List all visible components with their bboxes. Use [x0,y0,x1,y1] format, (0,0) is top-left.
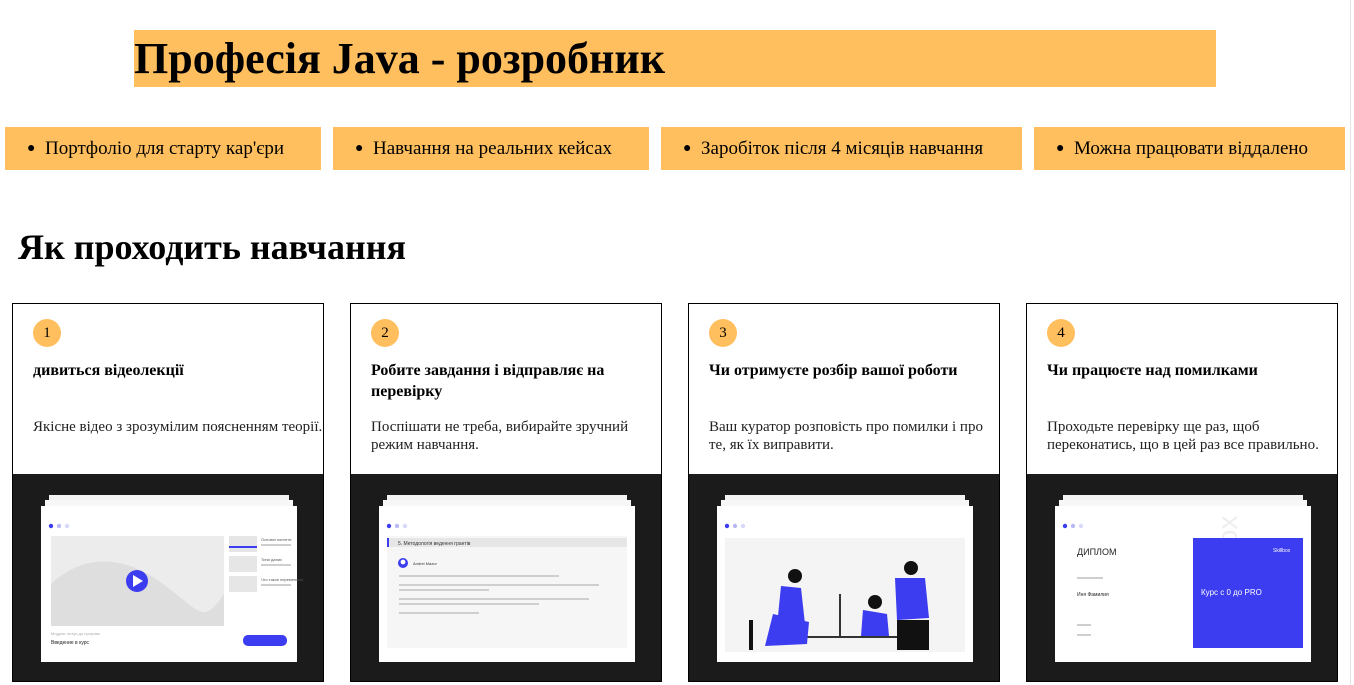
preview-item-2: Типи даних [261,557,282,562]
step-card-4: 4 Чи працюєте над помилками Проходьте пе… [1026,303,1338,682]
preview-diploma-label: ДИПЛОМ [1077,547,1116,557]
feature-label: Навчання на реальних кейсах [373,138,613,159]
step-title: Чи отримуєте розбір вашої роботи [709,362,958,379]
feature-item-earnings: ● Заробіток після 4 місяців навчання [661,127,1022,170]
preview-heading: 5. Методологія ведення грантів [398,541,471,547]
feature-item-portfolio: ● Портфоліо для старту кар'єри [5,127,321,170]
step-number-badge: 3 [709,319,737,347]
step-description: Проходьте перевірку ще раз, щоб перекона… [1047,419,1319,453]
step-preview-assignment: 5. Методологія ведення грантів Andrei Ma… [351,474,661,681]
preview-author: Andrei Mazur [413,561,437,566]
page-title: Професія Java - розробник [134,34,666,83]
step-description: Поспішати не треба, вибирайте зручний ре… [371,419,629,453]
preview-brand: Skillbox [1273,548,1291,554]
step-title: дивиться відеолекції [33,362,184,379]
feature-item-cases: ● Навчання на реальних кейсах [333,127,649,170]
preview-item-3: Что такое переменные [261,577,304,582]
feature-label: Заробіток після 4 місяців навчання [701,138,984,159]
step-number-badge: 2 [371,319,399,347]
preview-caption: Введение в курс [51,640,90,646]
step-preview-video: Основні поняття Типи даних Что такое пер… [13,474,323,681]
step-title: Чи працюєте над помилками [1047,362,1258,379]
step-card-3: 3 Чи отримуєте розбір вашої роботи Ваш к… [688,303,1000,682]
step-title: Робите завдання і відправляє на перевірк… [371,362,605,400]
preview-caption-small: Модуль: вступ до програм [51,631,100,636]
feature-item-remote: ● Можна працювати віддалено [1034,127,1345,170]
bullet-icon: ● [355,141,364,156]
step-preview-review [689,474,999,681]
preview-course: Курс с 0 до PRO [1201,588,1262,597]
step-description: Ваш куратор розповість про помилки і про… [709,419,983,453]
step-number-badge: 1 [33,319,61,347]
bullet-icon: ● [1056,141,1065,156]
bullet-icon: ● [683,141,692,156]
preview-name: Иня Фамилия [1077,592,1109,598]
bullet-icon: ● [27,141,36,156]
step-card-1: 1 дивиться відеолекції Якісне відео з зр… [12,303,324,682]
page-scrollbar-edge [1350,0,1351,685]
step-number-badge: 4 [1047,319,1075,347]
step-description: Якісне відео з зрозумілим поясненням тео… [33,419,323,435]
preview-item-1: Основні поняття [261,537,291,542]
page-title-bar: Професія Java - розробник [134,30,1216,87]
feature-label: Портфоліо для старту кар'єри [45,138,285,159]
feature-label: Можна працювати віддалено [1074,138,1309,159]
step-card-2: 2 Робите завдання і відправляє на переві… [350,303,662,682]
section-title: Як проходить навчання [18,227,406,267]
step-preview-diploma: Skillbox ДИПЛОМ Иня Фамилия Skillbox Кур… [1027,474,1337,681]
